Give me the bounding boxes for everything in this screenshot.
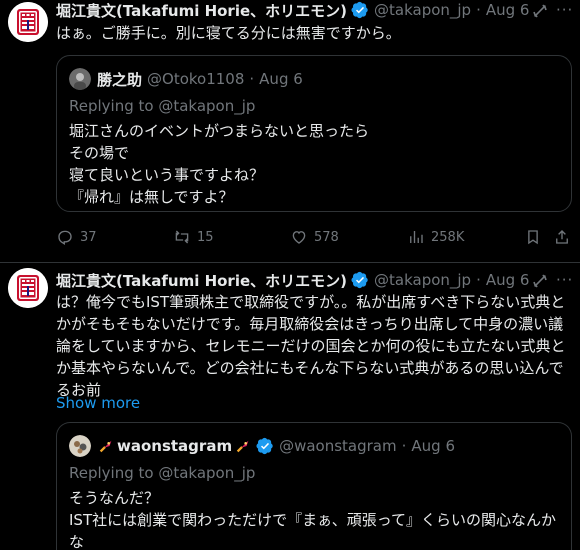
- repost-count: 15: [197, 229, 214, 245]
- tweet-text: はぁ。ご勝手に。別に寝てる分には無害ですから。: [56, 24, 401, 42]
- views-icon: [410, 231, 423, 243]
- rocket-icon: [234, 437, 252, 455]
- bookmark-button[interactable]: [524, 227, 542, 247]
- quoted-display-name: waonstagram: [117, 437, 233, 455]
- tweet-header: 堀江貴文(Takafumi Horie、ホリエモン) @takapon_jp ·…: [56, 270, 529, 290]
- more-dots-icon[interactable]: ···: [556, 1, 574, 19]
- quoted-date: Aug 6: [411, 437, 455, 455]
- reply-button[interactable]: 37: [56, 227, 97, 247]
- verified-badge-icon: [256, 437, 274, 455]
- tweet-header: 堀江貴文(Takafumi Horie、ホリエモン) @takapon_jp ·…: [56, 0, 529, 20]
- tweet-date[interactable]: Aug 6: [486, 1, 530, 19]
- tweet-text: は？俺今でもIST筆頭株主で取締役ですが。。私が出席すべき下らない式典とかがそも…: [56, 293, 566, 399]
- show-more-link[interactable]: Show more: [56, 394, 140, 412]
- verified-badge-icon[interactable]: [351, 1, 369, 19]
- like-icon: [292, 231, 306, 244]
- quoted-handle: @waonstagram: [279, 437, 397, 455]
- repost-button[interactable]: 15: [173, 227, 214, 247]
- quoted-author-avatar: [69, 68, 91, 90]
- views-button[interactable]: 258K: [407, 227, 464, 247]
- verified-badge-icon[interactable]: [351, 271, 369, 289]
- display-name[interactable]: 堀江貴文(Takafumi Horie、ホリエモン): [56, 0, 347, 21]
- quoted-date: Aug 6: [259, 70, 303, 88]
- separator-dot: ·: [401, 437, 407, 455]
- tweet[interactable]: 堀江貴文(Takafumi Horie、ホリエモン) @takapon_jp ·…: [0, 0, 580, 262]
- separator-dot: ·: [249, 70, 255, 88]
- quoted-header: 勝之助 @Otoko1108 · Aug 6: [97, 68, 303, 90]
- author-handle[interactable]: @takapon_jp: [374, 271, 471, 289]
- more-dots-icon[interactable]: ···: [556, 271, 574, 289]
- separator-dot: ·: [476, 1, 481, 19]
- quoted-text: そうなんだ？ IST社には創業で関わっただけで『まぁ、頑張って』くらいの関心なん…: [69, 489, 557, 550]
- reply-count: 37: [80, 229, 97, 245]
- share-button[interactable]: [553, 227, 571, 247]
- replying-to-label: Replying to @takapon_jp: [69, 464, 256, 482]
- quoted-author-avatar: [69, 435, 91, 457]
- grok-icon[interactable]: [531, 2, 549, 20]
- tweet-date[interactable]: Aug 6: [486, 271, 530, 289]
- reply-icon: [58, 230, 72, 246]
- rocket-icon: [97, 437, 115, 455]
- bookmark-icon: [528, 230, 538, 245]
- quoted-tweet[interactable]: waonstagram @waonstagram · Aug 6 Replyin…: [56, 422, 572, 550]
- like-button[interactable]: 578: [290, 227, 339, 247]
- display-name[interactable]: 堀江貴文(Takafumi Horie、ホリエモン): [56, 270, 347, 291]
- quoted-tweet[interactable]: 勝之助 @Otoko1108 · Aug 6 Replying to @taka…: [56, 55, 572, 212]
- tweet-actions: 37 15 578 258K: [56, 227, 576, 247]
- tweet[interactable]: 堀江貴文(Takafumi Horie、ホリエモン) @takapon_jp ·…: [0, 263, 580, 550]
- share-icon: [556, 230, 568, 244]
- views-count: 258K: [431, 229, 465, 245]
- like-count: 578: [314, 229, 339, 245]
- quoted-header: waonstagram @waonstagram · Aug 6: [97, 435, 455, 457]
- separator-dot: ·: [476, 271, 481, 289]
- replying-to-label: Replying to @takapon_jp: [69, 97, 256, 115]
- quoted-display-name: 勝之助: [97, 70, 143, 89]
- author-avatar[interactable]: [8, 2, 48, 42]
- quoted-text: 堀江さんのイベントがつまらないと思ったら その場で 寝て良いという事ですよね？ …: [69, 122, 370, 206]
- quoted-handle: @Otoko1108: [147, 70, 245, 88]
- grok-icon[interactable]: [531, 272, 549, 290]
- repost-icon: [175, 230, 189, 244]
- author-avatar[interactable]: [8, 268, 48, 308]
- author-handle[interactable]: @takapon_jp: [374, 1, 471, 19]
